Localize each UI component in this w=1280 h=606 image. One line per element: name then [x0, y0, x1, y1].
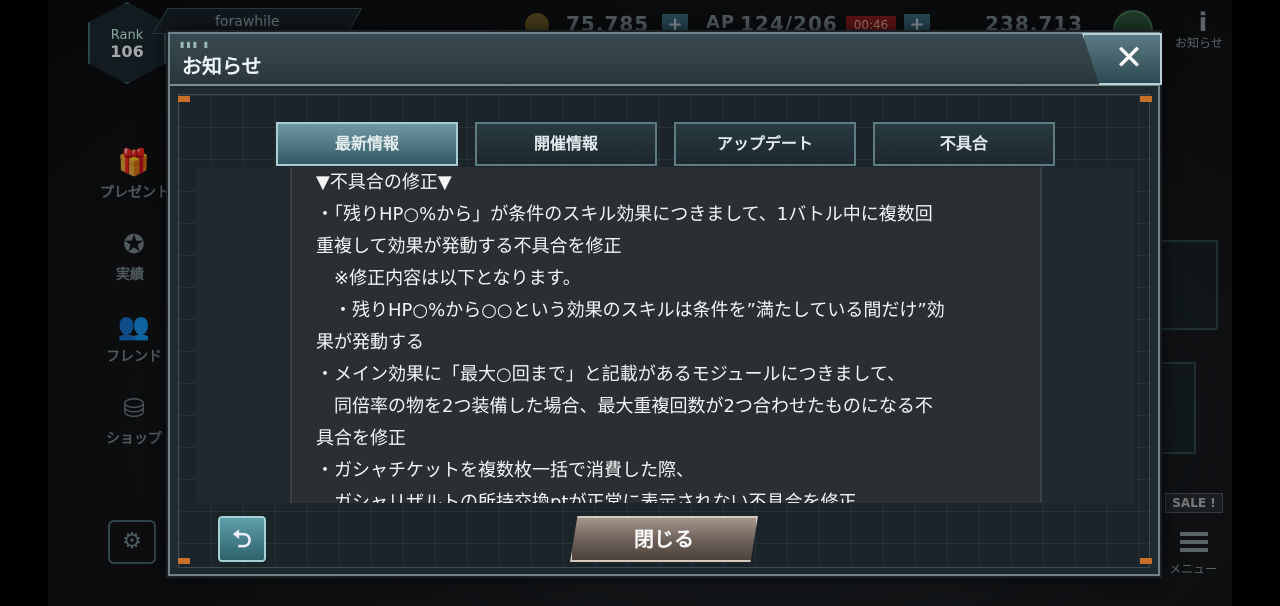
header-decoration: ▮▮▮ ▮: [180, 40, 211, 49]
letterbox-right: [1232, 0, 1280, 606]
notice-line: 重複して効果が発動する不具合を修正: [316, 236, 622, 257]
notice-line: ※修正内容は以下となります。: [316, 268, 581, 289]
back-button[interactable]: ⮌: [218, 516, 266, 562]
notice-line: ▼不具合の修正▼: [316, 172, 452, 193]
dialog-title: お知らせ: [182, 54, 262, 78]
tab-updates[interactable]: アップデート: [674, 122, 856, 166]
notice-text: ▼不具合の修正▼ ・「残りHP○%から」が条件のスキル効果につきまして、1バトル…: [316, 167, 1022, 503]
letterbox-left: [0, 0, 48, 606]
notice-line: ・残りHP○%から○○という効果のスキルは条件を”満たしている間だけ”効: [316, 300, 945, 321]
notice-line: ・メイン効果に「最大○回まで」と記載があるモジュールにつきまして、: [316, 364, 906, 385]
notice-line: ガシャリザルトの所持交換ptが正常に表示されない不具合を修正: [316, 492, 857, 503]
notice-line: 具合を修正: [316, 428, 406, 449]
notice-line: 果が発動する: [316, 332, 424, 353]
corner-marker: [1140, 558, 1152, 564]
close-icon[interactable]: ✕: [1104, 36, 1154, 80]
notice-line: ・「残りHP○%から」が条件のスキル効果につきまして、1バトル中に複数回: [316, 204, 933, 225]
dialog-header: ▮▮▮ ▮ お知らせ: [170, 34, 1158, 86]
notice-content[interactable]: ▼不具合の修正▼ ・「残りHP○%から」が条件のスキル効果につきまして、1バトル…: [290, 167, 1042, 503]
notice-dialog: ▮▮▮ ▮ お知らせ 最新情報 開催情報 アップデート 不具合 ▼不具合の修正▼…: [168, 32, 1160, 576]
corner-marker: [178, 558, 190, 564]
close-dialog-button[interactable]: 閉じる: [570, 516, 758, 562]
tab-bugs[interactable]: 不具合: [873, 122, 1055, 166]
game-screen: Rank 106 forawhile 75,785 + AP 124/206 0…: [0, 0, 1280, 606]
tab-events[interactable]: 開催情報: [475, 122, 657, 166]
notice-line: 同倍率の物を2つ装備した場合、最大重複回数が2つ合わせたものになる不: [316, 396, 933, 417]
corner-marker: [178, 96, 190, 102]
return-arrow-icon: ⮌: [232, 525, 252, 553]
tab-latest[interactable]: 最新情報: [276, 122, 458, 166]
corner-marker: [1140, 96, 1152, 102]
notice-line: ・ガシャチケットを複数枚一括で消費した際、: [316, 460, 694, 481]
